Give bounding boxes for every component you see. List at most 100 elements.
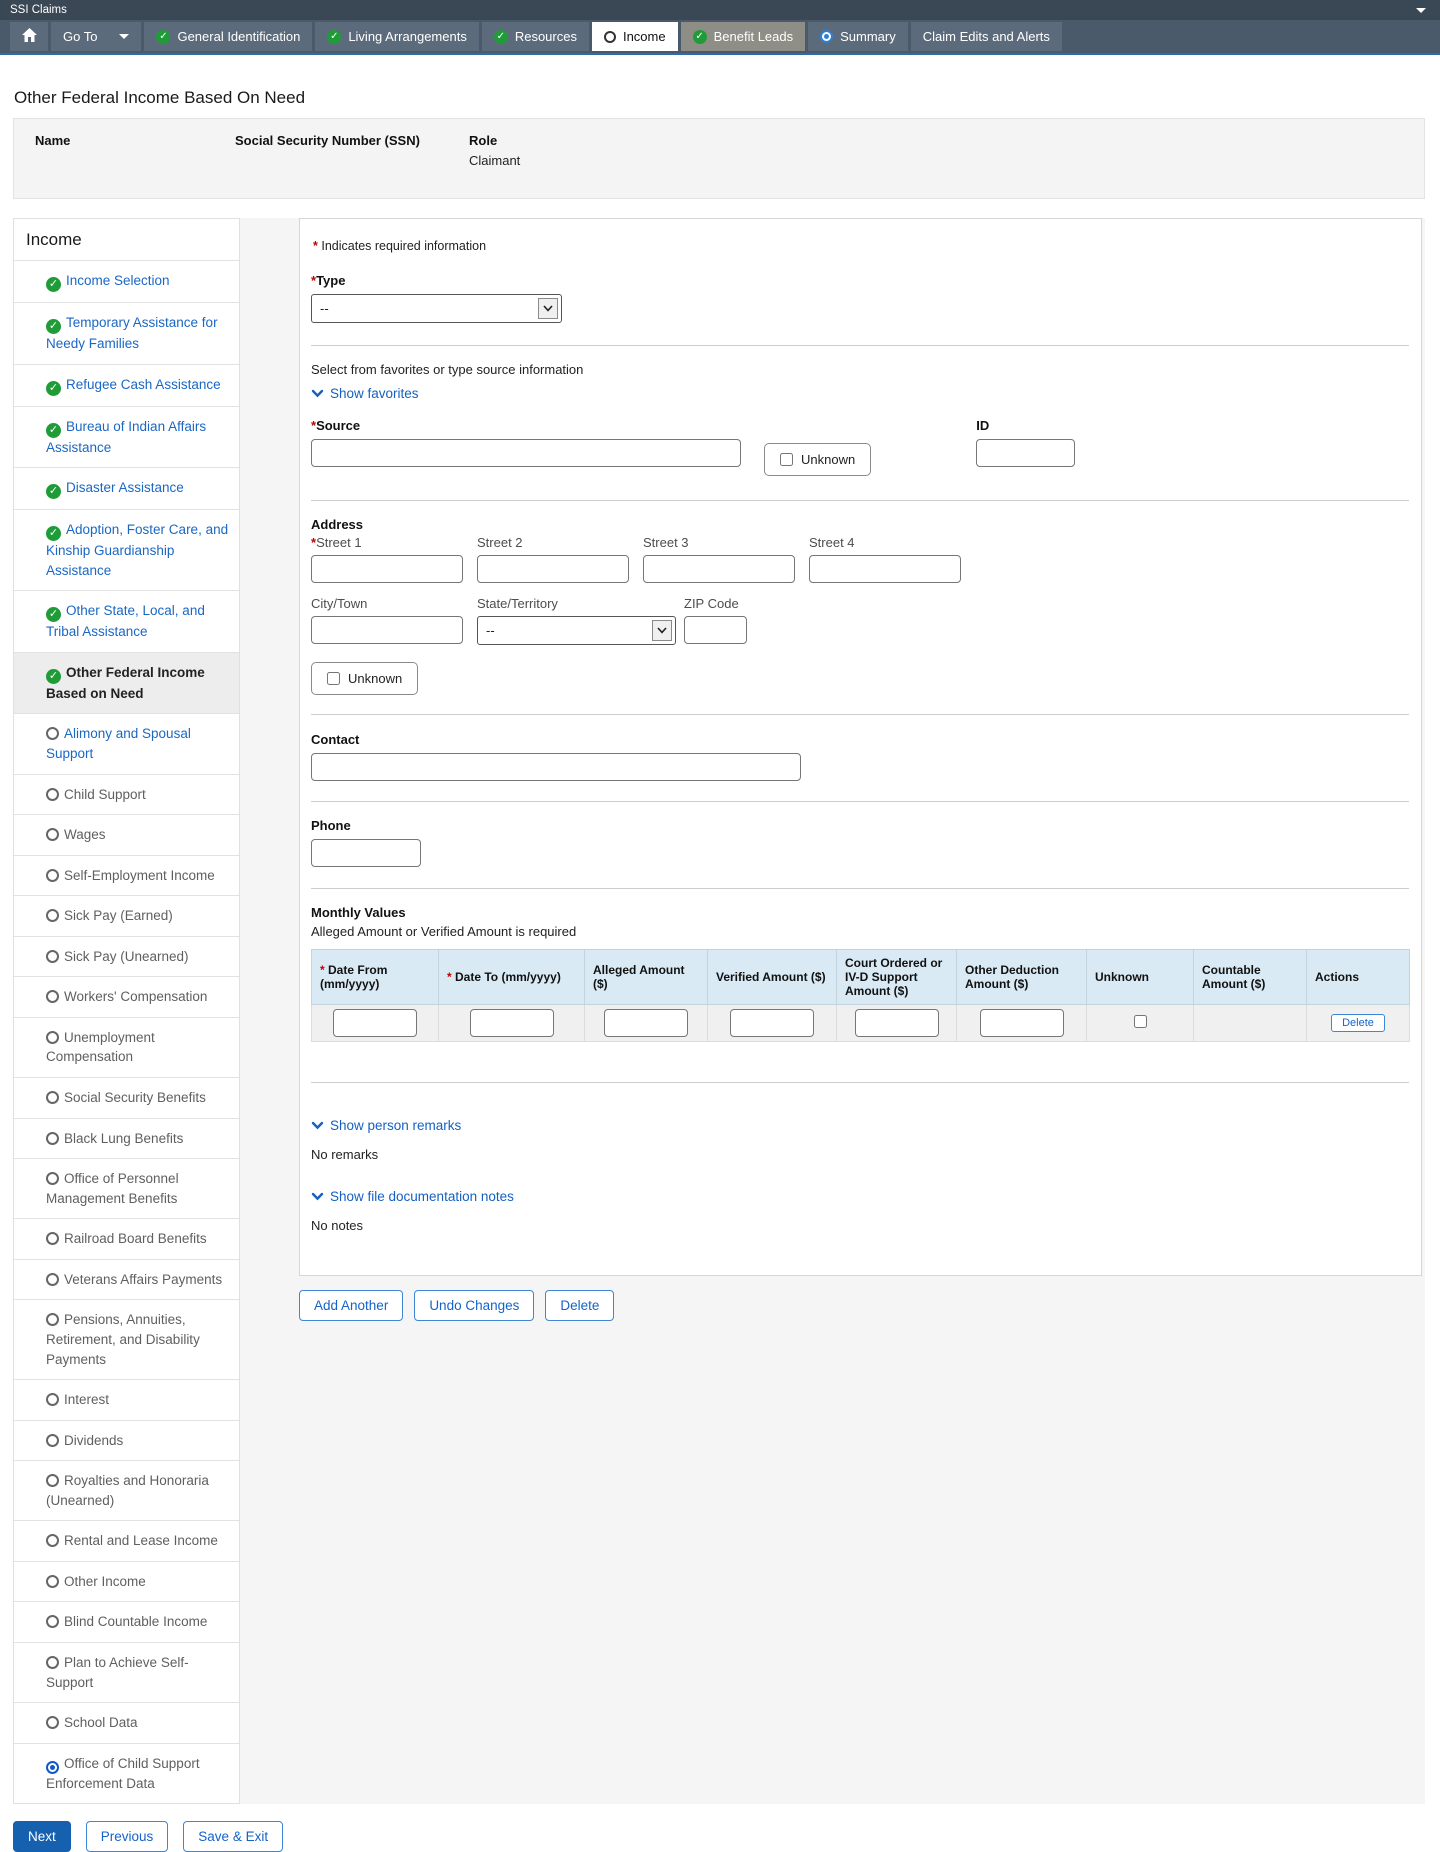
sidebar-item-school-data[interactable]: School Data bbox=[14, 1702, 239, 1743]
sidebar-item-adoption-foster-care-and-kinship-guardianship-assistance[interactable]: ✓ Adoption, Foster Care, and Kinship Guar… bbox=[14, 509, 239, 590]
sidebar-item-royalties-and-honoraria-unearned[interactable]: Royalties and Honoraria (Unearned) bbox=[14, 1460, 239, 1520]
page-title: Other Federal Income Based On Need bbox=[14, 88, 306, 107]
check-icon: ✓ bbox=[46, 526, 61, 542]
phone-input[interactable] bbox=[311, 839, 421, 867]
sidebar-item-other-state-local-and-tribal-assistance[interactable]: ✓ Other State, Local, and Tribal Assistan… bbox=[14, 590, 239, 652]
sidebar-item-workers-compensation[interactable]: Workers' Compensation bbox=[14, 976, 239, 1017]
contact-input[interactable] bbox=[311, 753, 801, 781]
name-label: Name bbox=[35, 133, 71, 148]
show-file-notes-link[interactable]: Show file documentation notes bbox=[311, 1189, 514, 1204]
home-button[interactable] bbox=[10, 22, 48, 51]
sidebar-item-sick-pay-earned[interactable]: Sick Pay (Earned) bbox=[14, 895, 239, 936]
sidebar-item-alimony-and-spousal-support[interactable]: Alimony and Spousal Support bbox=[14, 713, 239, 773]
sidebar-item-blind-countable-income[interactable]: Blind Countable Income bbox=[14, 1601, 239, 1642]
sidebar-item-unemployment-compensation[interactable]: Unemployment Compensation bbox=[14, 1016, 239, 1077]
verified-amount-input[interactable] bbox=[730, 1009, 814, 1037]
sidebar-item-other-federal-income-based-on-need[interactable]: ✓ Other Federal Income Based on Need bbox=[14, 651, 239, 714]
collapse-caret-icon[interactable] bbox=[1416, 4, 1426, 16]
sidebar-item-child-support[interactable]: Child Support bbox=[14, 773, 239, 815]
source-unknown-checkbox[interactable] bbox=[780, 453, 793, 466]
sidebar-item-disaster-assistance[interactable]: ✓ Disaster Assistance bbox=[14, 467, 239, 509]
sidebar-item-bureau-of-indian-affairs-assistance[interactable]: ✓ Bureau of Indian Affairs Assistance bbox=[14, 405, 239, 468]
col-header-other-deduction-amount: Other Deduction Amount ($) bbox=[956, 949, 1087, 1005]
sidebar-item-railroad-board-benefits[interactable]: Railroad Board Benefits bbox=[14, 1218, 239, 1259]
sidebar-item-office-of-child-support-enforcement-data[interactable]: Office of Child Support Enforcement Data bbox=[14, 1742, 239, 1804]
sidebar-item-office-of-personnel-management-benefits[interactable]: Office of Personnel Management Benefits bbox=[14, 1158, 239, 1218]
nav-tab-living-arrangements[interactable]: ✓ Living Arrangements bbox=[315, 22, 479, 51]
state-label: State/Territory bbox=[477, 596, 558, 611]
sidebar-item-pensions-annuities-retirement-and-disability-payments[interactable]: Pensions, Annuities, Retirement, and Dis… bbox=[14, 1299, 239, 1379]
show-favorites-link[interactable]: Show favorites bbox=[311, 386, 419, 401]
delete-button[interactable]: Delete bbox=[545, 1290, 615, 1321]
court-ordered-or-iv-d-support-amount-input[interactable] bbox=[854, 1009, 939, 1037]
sidebar-item-sick-pay-unearned[interactable]: Sick Pay (Unearned) bbox=[14, 935, 239, 977]
sidebar-item-temporary-assistance-for-needy-families[interactable]: ✓ Temporary Assistance for Needy Families bbox=[14, 302, 239, 364]
type-label: *Type bbox=[311, 273, 346, 288]
date-from-mm-yyyy-input[interactable] bbox=[333, 1009, 417, 1037]
type-select[interactable]: -- bbox=[311, 294, 562, 323]
row-unknown-checkbox[interactable] bbox=[1133, 1015, 1147, 1028]
nav-tab-claim-edits-and-alerts[interactable]: Claim Edits and Alerts bbox=[910, 22, 1062, 51]
circle-icon bbox=[46, 909, 59, 923]
id-label: ID bbox=[976, 418, 990, 433]
nav-tab-income[interactable]: Income bbox=[591, 22, 678, 51]
state-select[interactable]: -- bbox=[477, 616, 676, 645]
sidebar-item-refugee-cash-assistance[interactable]: ✓ Refugee Cash Assistance bbox=[14, 363, 239, 406]
required-asterisk-icon: * bbox=[313, 239, 318, 253]
circle-icon bbox=[46, 1574, 59, 1588]
favorites-hint: Select from favorites or type source inf… bbox=[311, 362, 584, 377]
id-input[interactable] bbox=[976, 439, 1076, 467]
next-button[interactable]: Next bbox=[13, 1821, 71, 1852]
circle-icon bbox=[46, 1716, 59, 1730]
sidebar-item-dividends[interactable]: Dividends bbox=[14, 1419, 239, 1461]
nav-tab-resources[interactable]: ✓ Resources bbox=[481, 22, 589, 51]
monthly-values-title: Monthly Values bbox=[311, 905, 406, 920]
source-input[interactable] bbox=[311, 439, 741, 467]
nav-tab-general-identification[interactable]: ✓ General Identification bbox=[144, 22, 313, 51]
radio-selected-icon bbox=[46, 1760, 59, 1774]
sidebar-item-plan-to-achieve-self-support[interactable]: Plan to Achieve Self-Support bbox=[14, 1642, 239, 1702]
city-input[interactable] bbox=[311, 616, 463, 644]
zip-label: ZIP Code bbox=[684, 596, 739, 611]
sidebar-item-other-income[interactable]: Other Income bbox=[14, 1560, 239, 1602]
other-deduction-amount-input[interactable] bbox=[979, 1009, 1064, 1037]
row-delete-button[interactable]: Delete bbox=[1331, 1014, 1385, 1032]
source-unknown-group[interactable]: Unknown bbox=[764, 443, 872, 476]
zip-input[interactable] bbox=[684, 616, 747, 644]
nav-tabs: ✓ General Identification ✓ Living Arrangeme… bbox=[144, 22, 1062, 51]
previous-button[interactable]: Previous bbox=[85, 1821, 169, 1852]
select-arrow-icon bbox=[652, 620, 672, 641]
sidebar-item-wages[interactable]: Wages bbox=[14, 814, 239, 855]
alleged-amount-input[interactable] bbox=[604, 1009, 688, 1037]
sidebar-item-rental-and-lease-income[interactable]: Rental and Lease Income bbox=[14, 1520, 239, 1561]
sidebar-item-black-lung-benefits[interactable]: Black Lung Benefits bbox=[14, 1117, 239, 1159]
sidebar-item-social-security-benefits[interactable]: Social Security Benefits bbox=[14, 1077, 239, 1118]
nav-tab-benefit-leads[interactable]: ✓ Benefit Leads bbox=[680, 22, 806, 51]
notes-empty-text: No notes bbox=[311, 1218, 364, 1233]
city-label: City/Town bbox=[311, 596, 368, 611]
show-person-remarks-link[interactable]: Show person remarks bbox=[311, 1118, 461, 1133]
undo-changes-button[interactable]: Undo Changes bbox=[414, 1290, 535, 1321]
cell-court-ordered-or-iv-d-support-amount bbox=[836, 1004, 957, 1042]
add-another-button[interactable]: Add Another bbox=[299, 1290, 404, 1321]
circle-icon bbox=[46, 1656, 59, 1669]
circle-icon bbox=[46, 868, 59, 882]
cell-countable-amount bbox=[1193, 1004, 1307, 1042]
check-icon: ✓ bbox=[46, 319, 61, 334]
goto-dropdown[interactable]: Go To bbox=[51, 22, 142, 51]
street3-input[interactable] bbox=[643, 555, 795, 583]
nav-tab-summary[interactable]: Summary bbox=[808, 22, 908, 51]
address-unknown-group[interactable]: Unknown bbox=[311, 662, 419, 695]
street1-input[interactable] bbox=[311, 555, 463, 583]
street2-input[interactable] bbox=[477, 555, 629, 583]
street4-input[interactable] bbox=[809, 555, 961, 583]
sidebar-item-income-selection[interactable]: ✓ Income Selection bbox=[14, 260, 239, 302]
save-exit-button[interactable]: Save & Exit bbox=[183, 1821, 284, 1852]
home-icon bbox=[21, 28, 37, 45]
address-unknown-checkbox[interactable] bbox=[327, 672, 340, 685]
sidebar-item-self-employment-income[interactable]: Self-Employment Income bbox=[14, 854, 239, 896]
sidebar-item-veterans-affairs-payments[interactable]: Veterans Affairs Payments bbox=[14, 1258, 239, 1300]
sidebar-item-interest[interactable]: Interest bbox=[14, 1379, 239, 1420]
chevron-down-icon bbox=[311, 1121, 324, 1130]
date-to-mm-yyyy-input[interactable] bbox=[469, 1009, 554, 1037]
